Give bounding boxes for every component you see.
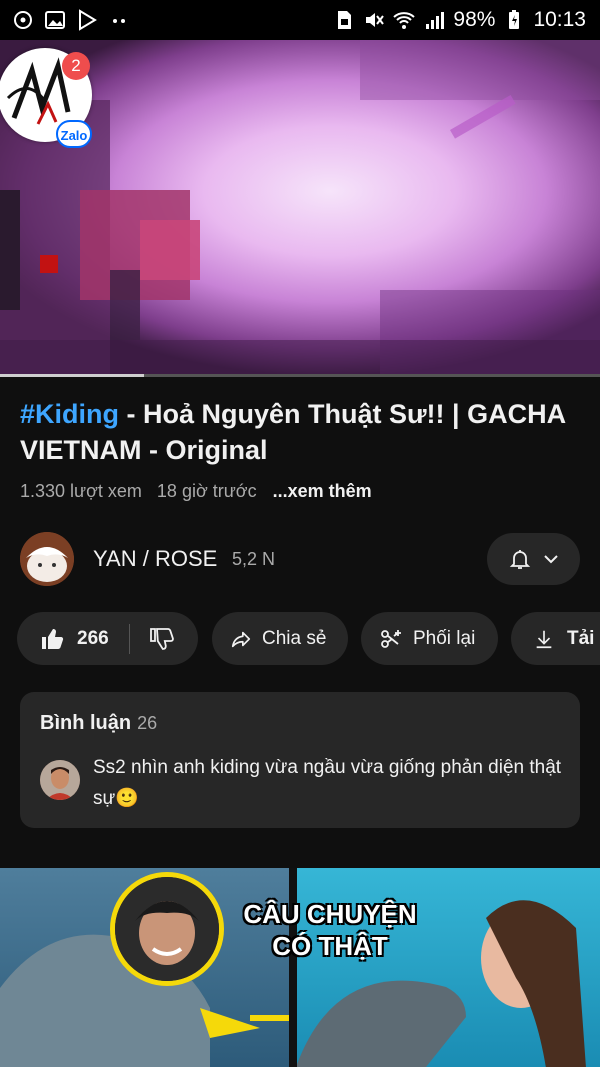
remix-button[interactable]: Phối lại — [361, 612, 498, 665]
bell-icon — [509, 550, 530, 569]
channel-avatar[interactable] — [20, 532, 74, 586]
comments-title: Bình luận — [40, 712, 132, 734]
comments-section[interactable]: Bình luận 26 Ss2 nhìn anh kiding vừa ngầu… — [20, 692, 580, 828]
more-dots-icon — [113, 19, 125, 23]
download-icon — [536, 630, 552, 648]
thumbs-down-icon[interactable] — [148, 626, 174, 652]
thumbnail-face-circle — [110, 872, 224, 986]
show-more-link[interactable]: ...xem thêm — [273, 481, 372, 501]
video-progress-bar[interactable] — [0, 374, 600, 377]
caption-line-1: CÂU CHUYỆN — [243, 899, 417, 929]
subscriber-count: 5,2 N — [232, 549, 276, 569]
clock: 10:13 — [533, 8, 586, 31]
signal-icon — [426, 12, 445, 29]
video-metadata[interactable]: 1.330 lượt xem 18 giờ trước ...xem thêm — [20, 481, 372, 502]
share-icon — [231, 631, 251, 647]
face-art — [115, 877, 219, 981]
image-icon — [45, 11, 65, 29]
channel-name[interactable]: YAN / ROSE — [93, 546, 217, 572]
progress-fill — [0, 374, 144, 377]
thumbnail-caption: CÂU CHUYỆN CÓ THẬT — [240, 898, 420, 962]
commenter-avatar-art — [40, 760, 80, 800]
comments-count: 26 — [137, 713, 158, 733]
chevron-down-icon — [543, 555, 558, 564]
thumbs-up-icon[interactable] — [39, 626, 65, 652]
notification-badge: 2 — [62, 52, 90, 80]
share-button[interactable]: Chia sẻ — [212, 612, 348, 665]
battery-percent: 98% — [453, 8, 496, 31]
zalo-logo: Zalo — [56, 120, 92, 148]
sim-icon — [338, 11, 352, 29]
like-count[interactable]: 266 — [77, 628, 109, 650]
caption-line-2: CÓ THẬT — [272, 931, 388, 961]
channel-avatar-art — [20, 532, 74, 586]
view-count: 1.330 lượt xem — [20, 481, 142, 501]
podcast-icon — [14, 11, 32, 29]
like-divider — [128, 623, 130, 654]
download-button[interactable]: Tải — [511, 612, 600, 665]
remix-label: Phối lại — [413, 627, 476, 649]
hashtag-link[interactable]: #Kiding — [20, 399, 119, 429]
remix-icon — [381, 629, 401, 648]
video-title[interactable]: #Kiding - Hoả Nguyên Thuật Sư!! | GACHA … — [20, 396, 580, 468]
next-video-thumbnail[interactable]: CÂU CHUYỆN CÓ THẬT — [0, 868, 600, 1067]
battery-icon — [509, 10, 520, 29]
share-label: Chia sẻ — [262, 627, 327, 649]
commenter-avatar — [40, 760, 80, 800]
mute-icon — [366, 13, 385, 27]
like-dislike-group: 266 — [17, 612, 198, 665]
comments-heading: Bình luận 26 — [40, 712, 157, 735]
play-store-icon — [79, 9, 97, 31]
download-label: Tải — [567, 627, 595, 649]
wifi-icon — [393, 12, 416, 29]
status-bar: 98% 10:13 — [0, 0, 600, 40]
notification-settings-button[interactable] — [487, 533, 580, 585]
top-comment-text: Ss2 nhìn anh kiding vừa ngầu vừa giống p… — [93, 757, 562, 809]
upload-time: 18 giờ trước — [156, 481, 257, 501]
